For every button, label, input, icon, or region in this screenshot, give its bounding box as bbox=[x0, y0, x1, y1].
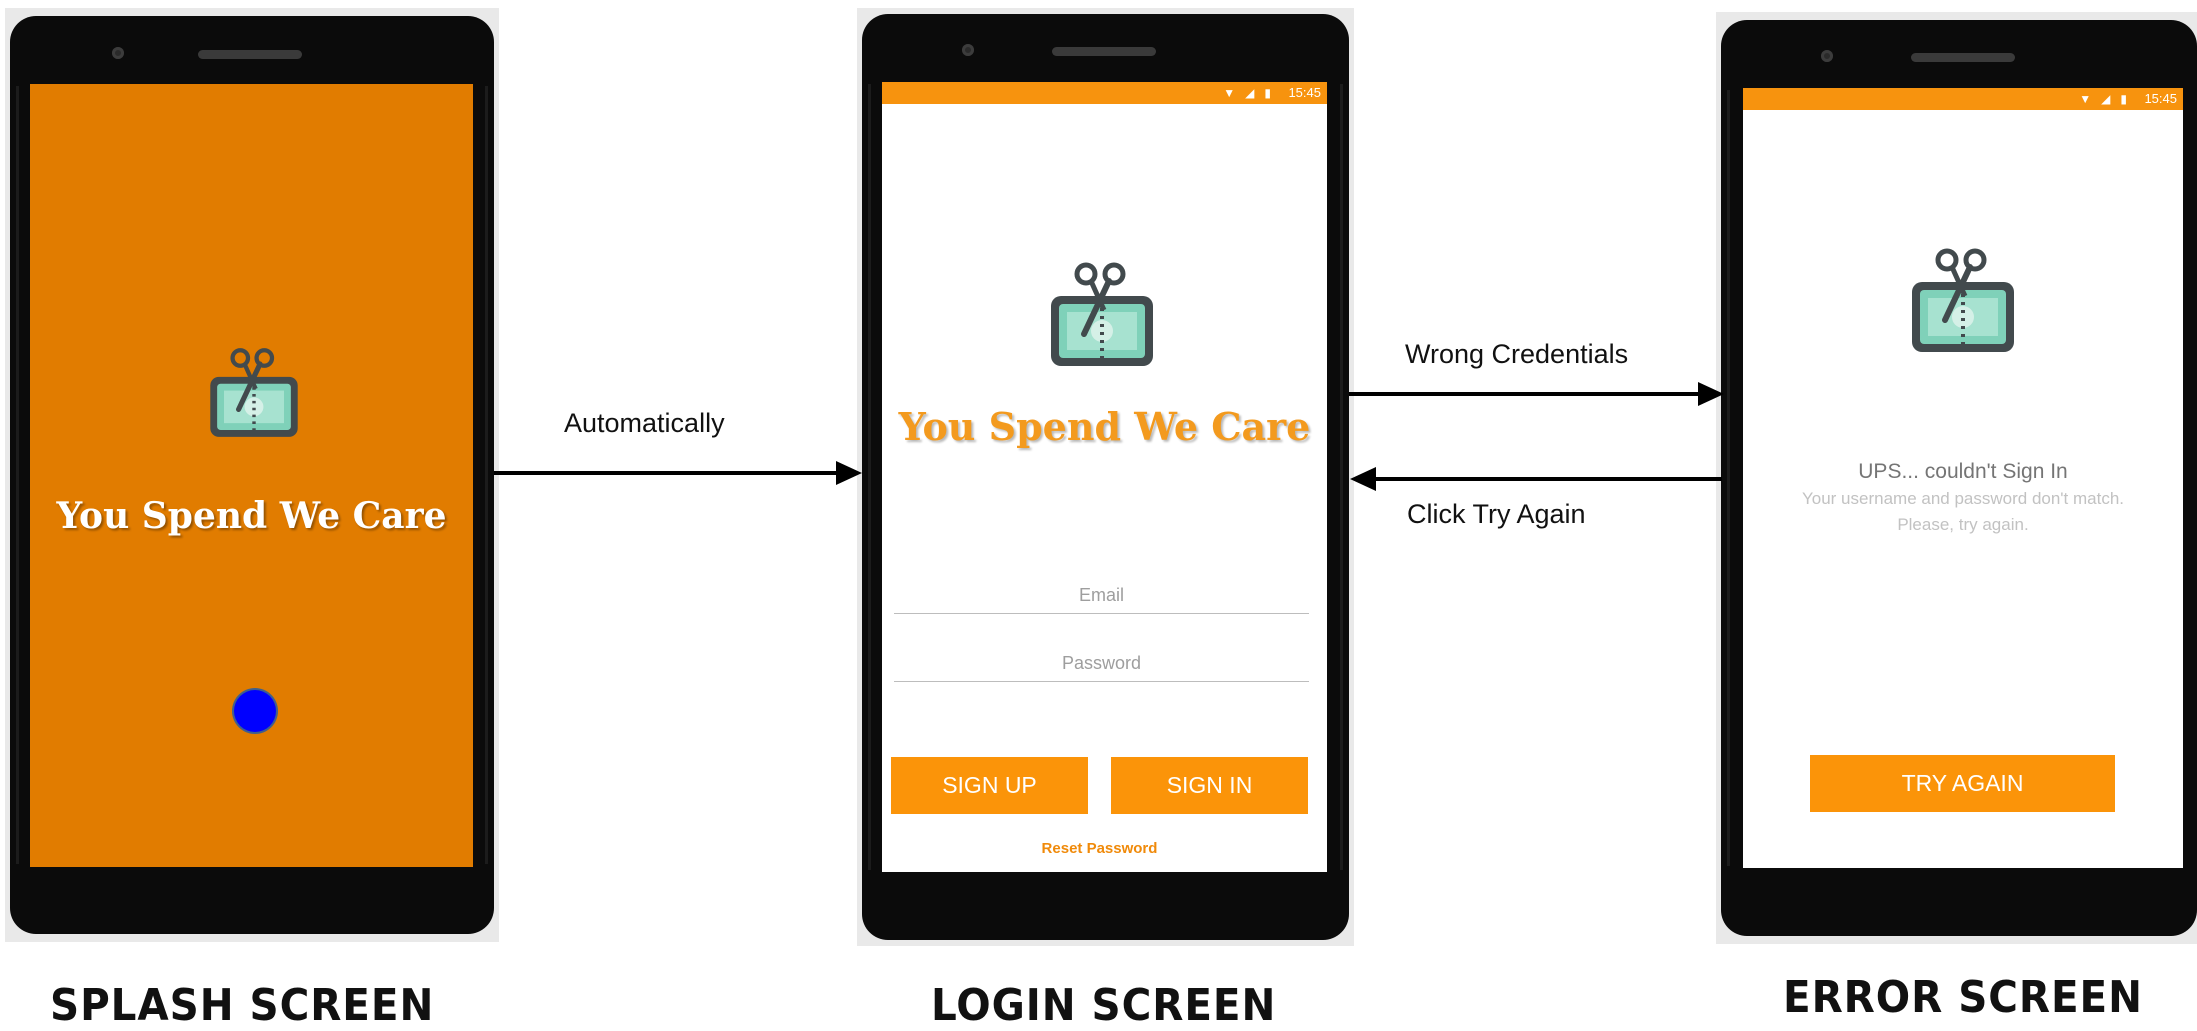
transition-label-wrong-credentials: Wrong Credentials bbox=[1405, 339, 1629, 369]
transition-arrows bbox=[494, 382, 1724, 491]
caption-error-screen: ERROR SCREEN bbox=[1783, 972, 2143, 1023]
caption-login-screen: LOGIN SCREEN bbox=[931, 980, 1277, 1031]
arrow-automatically bbox=[494, 461, 862, 485]
transition-label-click-try-again: Click Try Again bbox=[1407, 499, 1586, 529]
arrow-click-try-again bbox=[1350, 467, 1722, 491]
caption-splash-screen: SPLASH SCREEN bbox=[50, 980, 435, 1031]
arrow-wrong-credentials bbox=[1349, 382, 1724, 406]
transition-label-automatically: Automatically bbox=[564, 408, 725, 438]
